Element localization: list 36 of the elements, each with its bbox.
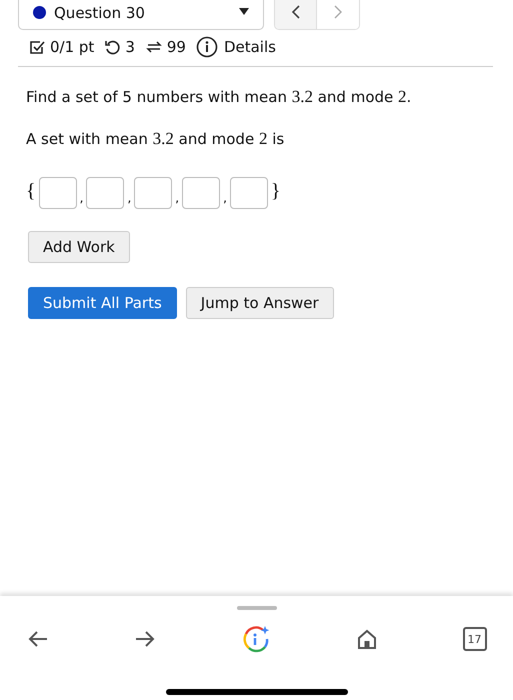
answer-field[interactable] (230, 177, 268, 209)
question-dropdown[interactable]: Question 30 (18, 0, 264, 30)
forward-icon[interactable] (134, 630, 156, 648)
comma: , (175, 190, 180, 207)
comma: , (223, 190, 227, 207)
score-text: 0/1 pt (50, 38, 94, 56)
answer-field[interactable] (86, 177, 124, 209)
checkbox-icon (28, 38, 46, 56)
previous-button[interactable] (275, 0, 317, 29)
comma: , (127, 190, 132, 207)
answer-field[interactable] (38, 177, 77, 209)
answer-prompt: A set with mean 3.2 and mode 2 is (26, 129, 286, 149)
caret-icon (239, 8, 249, 16)
jump-button[interactable]: Jump to Answer (186, 287, 334, 319)
home-icon[interactable] (356, 628, 378, 650)
lens-icon[interactable] (240, 624, 270, 654)
status-dot (33, 6, 46, 18)
close-brace: } (270, 179, 281, 204)
back-icon[interactable] (26, 630, 48, 648)
info-icon (196, 36, 218, 58)
question-label: Question 30 (54, 3, 146, 24)
tab-count-button[interactable]: 17 (462, 627, 486, 651)
chevron-left-icon (290, 5, 300, 19)
add-work-button[interactable]: Add Work (28, 231, 130, 263)
drag-handle[interactable] (236, 606, 276, 610)
comma: , (80, 190, 84, 207)
attempts-count: 99 (166, 38, 186, 56)
retries-count: 3 (125, 38, 135, 56)
open-brace: { (26, 179, 36, 204)
answer-field[interactable] (134, 177, 172, 209)
answer-field[interactable] (182, 177, 220, 209)
chevron-right-icon (333, 5, 343, 19)
details-link[interactable]: Details (224, 38, 276, 56)
question-text: Find a set of 5 numbers with mean 3.2 and mode 2. (26, 87, 412, 107)
submit-button[interactable]: Submit All Parts (28, 287, 177, 319)
retry-icon (104, 38, 122, 56)
